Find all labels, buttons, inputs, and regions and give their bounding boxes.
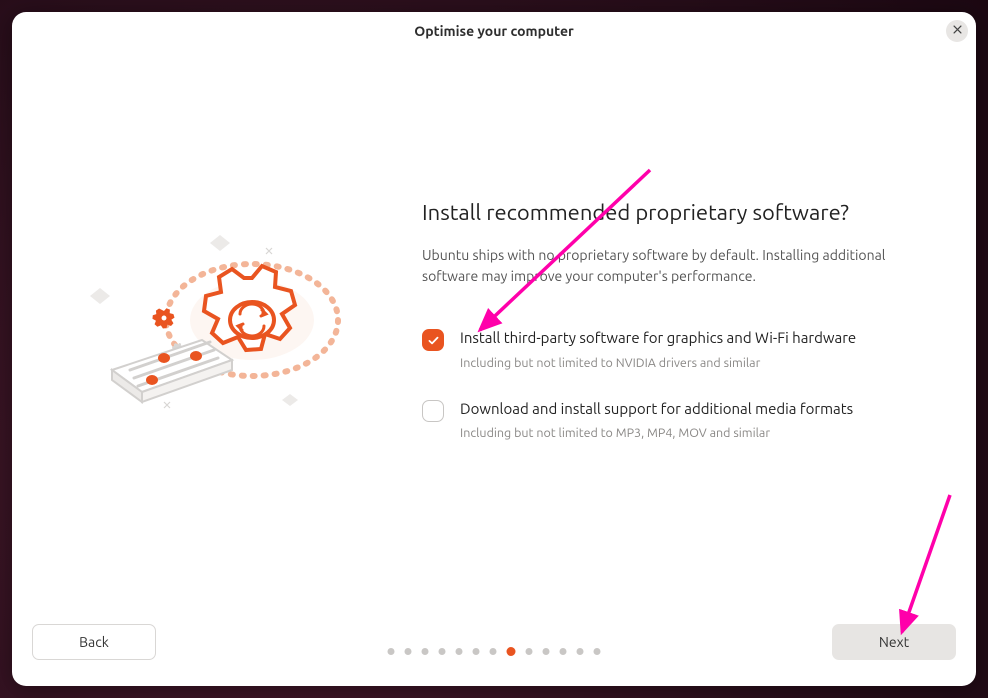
- illustration: [12, 50, 392, 450]
- option-subtext: Including but not limited to NVIDIA driv…: [460, 356, 856, 370]
- progress-dot: [405, 648, 412, 655]
- back-button[interactable]: Back: [32, 624, 156, 660]
- installer-window: Optimise your computer: [12, 12, 976, 686]
- window-title: Optimise your computer: [414, 23, 574, 39]
- close-button[interactable]: [946, 20, 968, 42]
- progress-dot: [577, 648, 584, 655]
- progress-dot: [594, 648, 601, 655]
- option-text: Install third-party software for graphic…: [460, 327, 856, 370]
- option-media-formats[interactable]: Download and install support for additio…: [422, 398, 886, 441]
- checkbox-media-formats[interactable]: [422, 400, 444, 422]
- progress-dot: [507, 647, 516, 656]
- footer-bar: Back Next: [12, 610, 976, 686]
- title-bar: Optimise your computer: [12, 12, 976, 50]
- option-subtext: Including but not limited to MP3, MP4, M…: [460, 426, 853, 440]
- next-button-label: Next: [879, 634, 909, 650]
- main-pane: Install recommended proprietary software…: [392, 50, 976, 468]
- close-icon: [952, 24, 963, 38]
- option-label: Download and install support for additio…: [460, 398, 853, 421]
- option-label: Install third-party software for graphic…: [460, 327, 856, 350]
- progress-dot: [388, 648, 395, 655]
- next-button[interactable]: Next: [832, 624, 956, 660]
- page-subtext: Ubuntu ships with no proprietary softwar…: [422, 245, 886, 287]
- progress-dot: [422, 648, 429, 655]
- progress-dot: [439, 648, 446, 655]
- progress-dot: [490, 648, 497, 655]
- option-text: Download and install support for additio…: [460, 398, 853, 441]
- progress-dots: [388, 648, 601, 656]
- progress-dot: [473, 648, 480, 655]
- content-area: Install recommended proprietary software…: [12, 50, 976, 610]
- progress-dot: [456, 648, 463, 655]
- page-heading: Install recommended proprietary software…: [422, 200, 886, 225]
- progress-dot: [560, 648, 567, 655]
- option-third-party-drivers[interactable]: Install third-party software for graphic…: [422, 327, 886, 370]
- progress-dot: [543, 648, 550, 655]
- settings-illustration-icon: [52, 230, 352, 450]
- checkmark-icon: [427, 334, 440, 347]
- back-button-label: Back: [79, 634, 109, 650]
- checkbox-third-party-drivers[interactable]: [422, 329, 444, 351]
- progress-dot: [526, 648, 533, 655]
